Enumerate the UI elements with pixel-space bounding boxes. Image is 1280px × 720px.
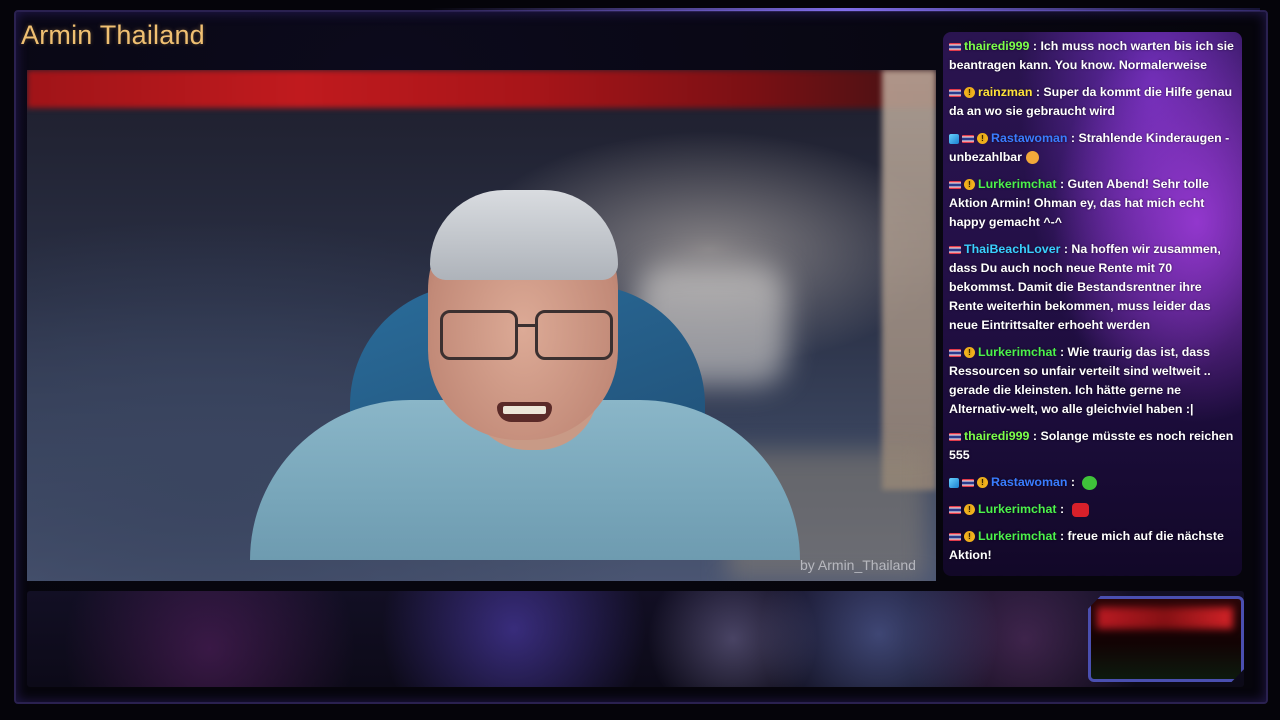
flag-icon [949,505,961,514]
coin-icon: ! [964,179,975,191]
chat-username[interactable]: Lurkerimchat [978,575,1057,576]
watermark: by Armin_Thailand [800,557,916,573]
flag-icon [949,245,961,254]
channel-title: Armin Thailand [21,20,205,50]
chat-message: ! Lurkerimchat : freue mich auf die nächs… [943,522,1242,568]
chat-message: ! Lurkerimchat : Guten Abend! Sehr tolle … [943,170,1242,235]
chat-message: ! Lurkerimchat : [943,495,1242,522]
flag-icon [949,42,961,51]
chat-username[interactable]: ThaiBeachLover [964,242,1060,256]
chat-separator: : [1056,177,1068,191]
coin-icon: ! [977,477,988,489]
chat-username[interactable]: Lurkerimchat [978,345,1057,359]
chat-message: !Lurkerimchat : Der wird das heute wiede… [943,568,1242,576]
flag-icon [962,478,974,487]
cube-icon [949,477,959,488]
background-red-light [27,70,936,108]
chat-message: thairedi999 : Ich muss noch warten bis i… [943,32,1242,78]
streamer-mouth [497,402,552,422]
flag-icon [949,180,961,189]
chat-username[interactable]: Lurkerimchat [978,529,1057,543]
frame-glow [430,8,1260,11]
chat-separator: : [1032,85,1044,99]
chat-message: ! rainzman : Super da kommt die Hilfe gen… [943,78,1242,124]
chat-separator: : [1067,475,1079,489]
chat-message: ! Rastawoman : Strahlende Kinderaugen - u… [943,124,1242,170]
chat-username[interactable]: thairedi999 [964,39,1029,53]
coin-icon: ! [964,504,975,516]
chat-username[interactable]: Rastawoman [991,475,1067,489]
chat-username[interactable]: Rastawoman [991,131,1067,145]
streamer-hair [430,190,618,280]
flag-icon [949,348,961,357]
chat-panel[interactable]: thairedi999 : Ich muss noch warten bis i… [943,32,1242,576]
coin-icon: ! [977,133,988,145]
bottom-bokeh-panel [27,591,1244,687]
webcam-feed: by Armin_Thailand [27,70,936,581]
chat-message: ! Lurkerimchat : Wie traurig das ist, das… [943,338,1242,422]
chat-username[interactable]: Lurkerimchat [978,502,1057,516]
chat-message: ThaiBeachLover : Na hoffen wir zusammen,… [943,235,1242,338]
coin-icon: ! [964,347,975,359]
chat-separator: : [1056,345,1068,359]
chat-separator: : [1056,502,1068,516]
cube-icon [949,133,959,144]
chat-separator: : [1029,429,1041,443]
heart-eyes-emote [1025,151,1039,165]
red-emote [1071,502,1089,517]
chat-separator: : [1060,242,1072,256]
chat-username[interactable]: thairedi999 [964,429,1029,443]
secondary-camera [1088,596,1244,682]
chat-separator: : [1056,529,1068,543]
chat-message: thairedi999 : Solange müsste es noch rei… [943,422,1242,468]
green-emote [1082,475,1098,490]
coin-icon: ! [964,87,975,99]
chat-separator: : [1029,39,1041,53]
chat-separator: : [1057,575,1068,576]
flag-icon [949,88,961,97]
flag-icon [949,432,961,441]
flag-icon [962,134,974,143]
glasses-icon [440,310,615,360]
chat-message: ! Rastawoman : [943,468,1242,495]
flag-icon [949,532,961,541]
red-led-strip [1097,607,1233,629]
chat-separator: : [1067,131,1079,145]
background-door [882,70,936,490]
coin-icon: ! [964,531,975,543]
chat-username[interactable]: rainzman [978,85,1032,99]
chat-username[interactable]: Lurkerimchat [978,177,1057,191]
